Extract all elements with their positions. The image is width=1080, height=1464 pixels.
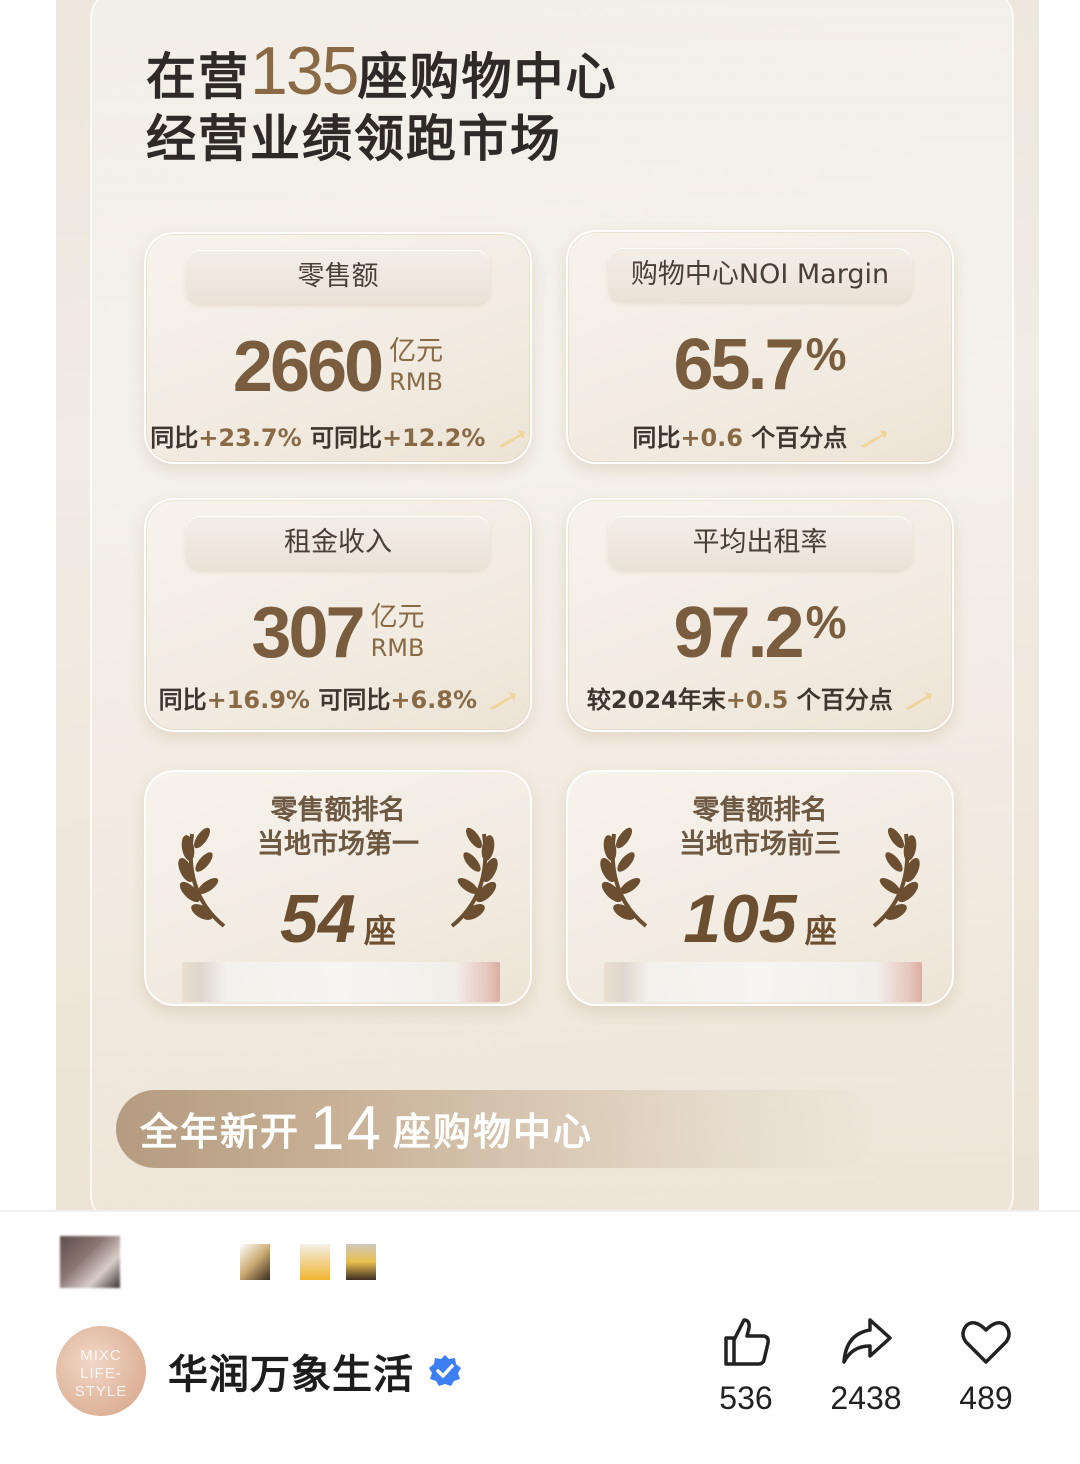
verified-badge-icon: [429, 1355, 461, 1386]
blurred-avatar: [60, 1236, 120, 1288]
award-value: 54 座: [146, 880, 530, 958]
rank-top3-award: 零售额排名 当地市场前三 105 座: [566, 770, 954, 1006]
unit-en: RMB: [370, 634, 425, 662]
thumbs-up-icon: [724, 1318, 770, 1366]
mall-count: 135: [250, 33, 359, 109]
foot-label-2: 可同比: [301, 424, 382, 452]
account-name[interactable]: 华润万象生活: [168, 1342, 414, 1400]
headline-suffix: 座购物中心: [357, 48, 618, 106]
award-unit: 座: [804, 912, 837, 950]
foot-label: 较2024年末: [586, 686, 726, 714]
award-number: 105: [683, 881, 797, 957]
foot-label: 同比: [632, 424, 681, 452]
foot-label: 同比: [150, 424, 199, 452]
unit-cn: 亿元: [370, 602, 425, 633]
card-metric: 65.7%: [568, 324, 952, 406]
foot-value: +0.6: [680, 424, 743, 452]
award-value: 105 座: [568, 880, 952, 958]
award-base-bar: [604, 962, 922, 1002]
foot-label-2: 个百分点: [742, 424, 848, 452]
up-arrow-icon: [860, 430, 887, 448]
divider: [0, 1210, 1080, 1212]
like-count: 536: [719, 1380, 773, 1416]
rank-first-award: 零售额排名 当地市场第一 54 座: [144, 770, 532, 1006]
favorite-count: 489: [959, 1380, 1013, 1416]
up-arrow-icon: [906, 692, 933, 710]
share-arrow-icon: [842, 1318, 892, 1364]
share-button[interactable]: 2438: [816, 1314, 916, 1417]
blurred-emoji: [300, 1244, 330, 1280]
metric-value: 97.2: [673, 593, 804, 673]
unit-cn: 亿元: [389, 336, 444, 367]
foot-label: 同比: [158, 686, 207, 714]
card-metric: 2660 亿元 RMB: [146, 326, 530, 408]
card-label: 购物中心NOI Margin: [608, 248, 912, 302]
new-malls-text: 全年新开 14 座购物中心: [140, 1090, 593, 1168]
like-button[interactable]: 536: [696, 1314, 796, 1417]
percent-sign: %: [805, 327, 847, 380]
share-count: 2438: [830, 1380, 902, 1416]
logo-text-line2: LIFE-: [80, 1365, 122, 1382]
award-number: 54: [280, 881, 356, 957]
favorite-button[interactable]: 489: [936, 1314, 1036, 1417]
foot-value-2: +12.2%: [382, 424, 486, 452]
award-base-bar: [182, 962, 500, 1002]
up-arrow-icon: [490, 692, 517, 710]
card-footnote: 同比+16.9% 可同比+6.8%: [146, 680, 530, 715]
card-label: 租金收入: [186, 516, 490, 570]
retail-sales-card: 零售额 2660 亿元 RMB 同比+23.7% 可同比+12.2%: [144, 232, 532, 464]
blurred-emoji: [346, 1244, 376, 1280]
logo-text-line3: STYLE: [74, 1383, 128, 1400]
metric-value: 65.7: [673, 325, 804, 405]
headline-prefix: 在营: [146, 48, 250, 106]
percent-sign: %: [805, 595, 847, 648]
banner-prefix: 全年新开: [140, 1110, 301, 1154]
foot-value: +0.5: [725, 686, 789, 714]
headline-line2: 经营业绩领跑市场: [146, 110, 562, 168]
poster-headline: 在营135座购物中心 经营业绩领跑市场: [146, 37, 618, 170]
card-footnote: 较2024年末+0.5 个百分点: [568, 680, 952, 715]
card-label: 平均出租率: [608, 516, 912, 570]
foot-value: +23.7%: [198, 424, 302, 452]
foot-value-2: +6.8%: [390, 686, 478, 714]
card-footnote: 同比+23.7% 可同比+12.2%: [146, 418, 530, 453]
unit-en: RMB: [389, 368, 443, 396]
card-footnote: 同比+0.6 个百分点: [568, 418, 952, 453]
account-avatar[interactable]: MIXC LIFE- STYLE: [56, 1326, 146, 1416]
card-label: 零售额: [186, 250, 490, 304]
banner-number: 14: [310, 1094, 383, 1163]
blurred-emoji: [240, 1244, 270, 1280]
noi-margin-card: 购物中心NOI Margin 65.7% 同比+0.6 个百分点: [566, 230, 954, 464]
foot-value: +16.9%: [206, 686, 310, 714]
up-arrow-icon: [498, 430, 525, 448]
banner-suffix: 座购物中心: [392, 1110, 593, 1154]
foot-label-2: 可同比: [309, 686, 391, 714]
heart-icon: [961, 1321, 1011, 1364]
metric-value: 307: [251, 593, 365, 673]
logo-text-line1: MIXC: [80, 1347, 122, 1364]
blurred-comment-row: [60, 1236, 440, 1288]
report-poster: 在营135座购物中心 经营业绩领跑市场 零售额 2660 亿元 RMB 同比+23.…: [56, 0, 1039, 1210]
award-unit: 座: [363, 912, 396, 950]
card-metric: 97.2%: [568, 592, 952, 674]
card-metric: 307 亿元 RMB: [146, 592, 530, 674]
occupancy-card: 平均出租率 97.2% 较2024年末+0.5 个百分点: [566, 498, 954, 732]
foot-label-2: 个百分点: [788, 686, 893, 714]
rental-income-card: 租金收入 307 亿元 RMB 同比+16.9% 可同比+6.8%: [144, 498, 532, 732]
metric-value: 2660: [232, 327, 384, 407]
